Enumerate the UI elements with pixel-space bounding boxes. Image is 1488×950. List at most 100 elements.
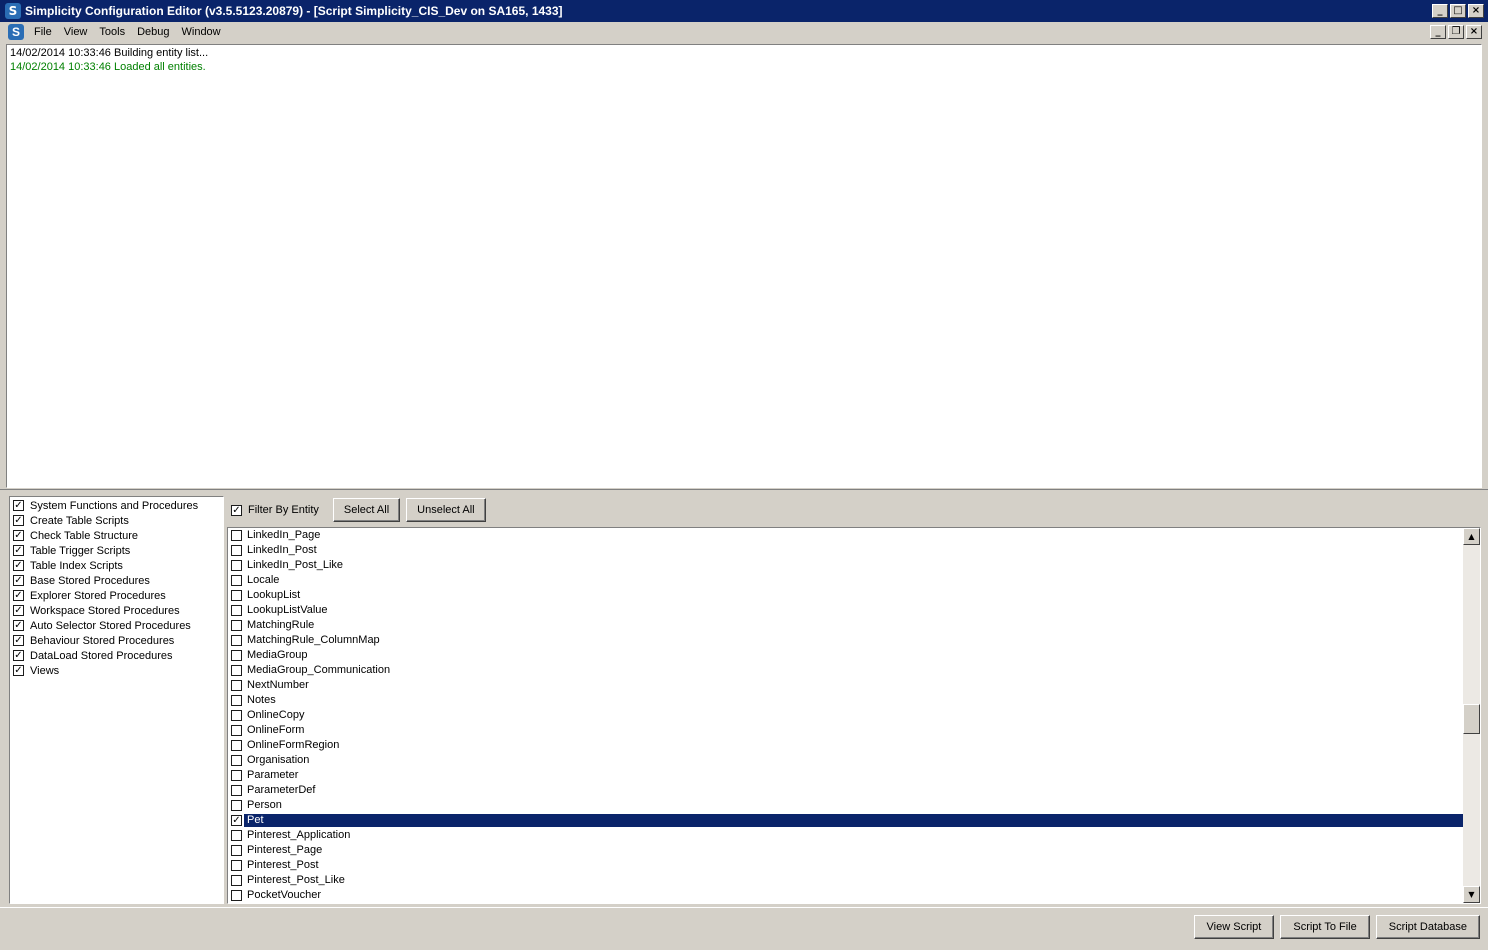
checkbox[interactable] bbox=[231, 530, 242, 541]
entity-item[interactable]: ParameterDef bbox=[228, 783, 1465, 798]
checkbox[interactable]: ✓ bbox=[13, 560, 24, 571]
checkbox[interactable] bbox=[231, 755, 242, 766]
menu-file[interactable]: File bbox=[28, 26, 58, 38]
entity-item[interactable]: LookupListValue bbox=[228, 603, 1465, 618]
checkbox[interactable]: ✓ bbox=[13, 575, 24, 586]
entity-item[interactable]: MediaGroup bbox=[228, 648, 1465, 663]
entity-item[interactable]: LinkedIn_Post_Like bbox=[228, 558, 1465, 573]
checkbox[interactable] bbox=[231, 620, 242, 631]
entity-item[interactable]: Notes bbox=[228, 693, 1465, 708]
entity-item[interactable]: MatchingRule bbox=[228, 618, 1465, 633]
entity-item[interactable]: Person bbox=[228, 798, 1465, 813]
child-close-button[interactable]: × bbox=[1466, 25, 1482, 39]
menu-debug[interactable]: Debug bbox=[131, 26, 175, 38]
app-icon[interactable]: S bbox=[5, 3, 21, 19]
checkbox[interactable]: ✓ bbox=[231, 815, 242, 826]
menu-window[interactable]: Window bbox=[176, 26, 227, 38]
script-type-item[interactable]: ✓ Views bbox=[10, 663, 223, 678]
checkbox[interactable]: ✓ bbox=[13, 545, 24, 556]
script-to-file-button[interactable]: Script To File bbox=[1280, 915, 1370, 939]
checkbox[interactable] bbox=[231, 740, 242, 751]
select-all-button[interactable]: Select All bbox=[332, 498, 401, 522]
checkbox[interactable] bbox=[231, 605, 242, 616]
checkbox[interactable]: ✓ bbox=[13, 620, 24, 631]
checkbox[interactable] bbox=[231, 635, 242, 646]
checkbox[interactable]: ✓ bbox=[13, 665, 24, 676]
checkbox[interactable] bbox=[231, 560, 242, 571]
script-type-item[interactable]: ✓ DataLoad Stored Procedures bbox=[10, 648, 223, 663]
scroll-down-icon[interactable]: ▼ bbox=[1463, 886, 1480, 903]
maximize-button[interactable]: □ bbox=[1450, 4, 1466, 18]
entity-item[interactable]: ✓ Pet bbox=[228, 813, 1465, 828]
entity-item[interactable]: LinkedIn_Page bbox=[228, 528, 1465, 543]
checkbox[interactable] bbox=[231, 695, 242, 706]
checkbox[interactable] bbox=[231, 800, 242, 811]
script-type-item[interactable]: ✓ Workspace Stored Procedures bbox=[10, 603, 223, 618]
script-type-item[interactable]: ✓ System Functions and Procedures bbox=[10, 498, 223, 513]
checkbox[interactable]: ✓ bbox=[13, 605, 24, 616]
vertical-scrollbar[interactable]: ▲ ▼ bbox=[1463, 528, 1480, 903]
checkbox[interactable]: ✓ bbox=[13, 515, 24, 526]
checkbox[interactable] bbox=[231, 770, 242, 781]
checkbox[interactable] bbox=[231, 650, 242, 661]
script-type-item[interactable]: ✓ Create Table Scripts bbox=[10, 513, 223, 528]
menu-view[interactable]: View bbox=[58, 26, 94, 38]
checkbox[interactable] bbox=[231, 890, 242, 901]
entity-item[interactable]: OnlineFormRegion bbox=[228, 738, 1465, 753]
checkbox[interactable]: ✓ bbox=[13, 635, 24, 646]
filter-by-entity-checkbox[interactable]: ✓ bbox=[231, 504, 242, 516]
title-bar[interactable]: S Simplicity Configuration Editor (v3.5.… bbox=[0, 0, 1488, 22]
checkbox[interactable] bbox=[231, 710, 242, 721]
entity-item[interactable]: Parameter bbox=[228, 768, 1465, 783]
entity-item[interactable]: Pinterest_Page bbox=[228, 843, 1465, 858]
checkbox[interactable]: ✓ bbox=[13, 500, 24, 511]
entity-item[interactable]: NextNumber bbox=[228, 678, 1465, 693]
checkbox[interactable] bbox=[231, 665, 242, 676]
checkbox[interactable] bbox=[231, 785, 242, 796]
document-icon[interactable]: S bbox=[8, 24, 24, 40]
close-button[interactable]: × bbox=[1468, 4, 1484, 18]
entity-item[interactable]: MediaGroup_Communication bbox=[228, 663, 1465, 678]
script-type-item[interactable]: ✓ Table Trigger Scripts bbox=[10, 543, 223, 558]
view-script-button[interactable]: View Script bbox=[1193, 915, 1275, 939]
entity-item[interactable]: Locale bbox=[228, 573, 1465, 588]
entity-item[interactable]: Pinterest_Application bbox=[228, 828, 1465, 843]
minimize-button[interactable]: _ bbox=[1432, 4, 1448, 18]
entity-item[interactable]: OnlineCopy bbox=[228, 708, 1465, 723]
menu-tools[interactable]: Tools bbox=[93, 26, 131, 38]
log-output[interactable]: 14/02/2014 10:33:46 Building entity list… bbox=[6, 44, 1482, 488]
script-type-item[interactable]: ✓ Behaviour Stored Procedures bbox=[10, 633, 223, 648]
child-minimize-button[interactable]: _ bbox=[1430, 25, 1446, 39]
checkbox[interactable]: ✓ bbox=[13, 590, 24, 601]
checkbox[interactable] bbox=[231, 545, 242, 556]
checkbox[interactable]: ✓ bbox=[13, 650, 24, 661]
entity-item[interactable]: LookupList bbox=[228, 588, 1465, 603]
script-type-item[interactable]: ✓ Base Stored Procedures bbox=[10, 573, 223, 588]
entity-item[interactable]: OnlineForm bbox=[228, 723, 1465, 738]
script-database-button[interactable]: Script Database bbox=[1375, 915, 1480, 939]
checkbox[interactable] bbox=[231, 725, 242, 736]
entity-item[interactable]: Pinterest_Post_Like bbox=[228, 873, 1465, 888]
entity-item[interactable]: Pinterest_Post bbox=[228, 858, 1465, 873]
script-type-item[interactable]: ✓ Check Table Structure bbox=[10, 528, 223, 543]
entity-item[interactable]: MatchingRule_ColumnMap bbox=[228, 633, 1465, 648]
script-type-item[interactable]: ✓ Explorer Stored Procedures bbox=[10, 588, 223, 603]
scroll-thumb[interactable] bbox=[1463, 704, 1480, 734]
entity-item[interactable]: Organisation bbox=[228, 753, 1465, 768]
checkbox[interactable] bbox=[231, 875, 242, 886]
checkbox[interactable] bbox=[231, 860, 242, 871]
entity-item[interactable]: LinkedIn_Post bbox=[228, 543, 1465, 558]
checkbox[interactable] bbox=[231, 830, 242, 841]
checkbox[interactable]: ✓ bbox=[13, 530, 24, 541]
script-type-item[interactable]: ✓ Table Index Scripts bbox=[10, 558, 223, 573]
checkbox[interactable] bbox=[231, 575, 242, 586]
unselect-all-button[interactable]: Unselect All bbox=[406, 498, 486, 522]
splitter[interactable] bbox=[0, 489, 1488, 492]
scroll-up-icon[interactable]: ▲ bbox=[1463, 528, 1480, 545]
checkbox[interactable] bbox=[231, 590, 242, 601]
entity-item[interactable]: PocketVoucher bbox=[228, 888, 1465, 903]
child-restore-button[interactable]: ❐ bbox=[1448, 25, 1464, 39]
checkbox[interactable] bbox=[231, 845, 242, 856]
script-type-item[interactable]: ✓ Auto Selector Stored Procedures bbox=[10, 618, 223, 633]
checkbox[interactable] bbox=[231, 680, 242, 691]
